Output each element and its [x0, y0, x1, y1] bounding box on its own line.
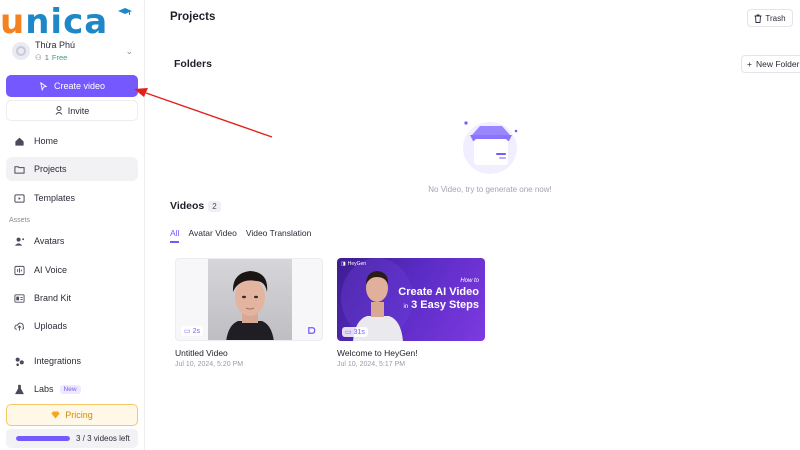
avatar-icon: [14, 237, 25, 246]
logo-rest: nica: [25, 2, 109, 42]
sidebar-item-label: Uploads: [34, 321, 68, 331]
plan-badge: Free: [51, 53, 68, 62]
duration-text: 31s: [353, 328, 365, 336]
cursor-icon: [40, 81, 48, 91]
invite-button[interactable]: Invite: [6, 100, 138, 121]
member-count: 1: [44, 53, 49, 62]
people-icon: ⚇: [35, 53, 42, 62]
sidebar-item-ai-voice[interactable]: AI Voice: [6, 258, 138, 282]
assets-section-label: Assets: [9, 217, 31, 224]
sidebar-item-label: Integrations: [34, 356, 82, 366]
video-card[interactable]: ▭ 2s Untitled Video Jul 10, 2024, 5:20 P…: [175, 258, 323, 368]
sidebar-item-integrations[interactable]: Integrations: [6, 349, 138, 373]
brand-icon: [14, 293, 25, 303]
sidebar-item-label: Home: [34, 136, 59, 146]
tab-avatar-video[interactable]: Avatar Video: [188, 228, 236, 243]
pricing-label: Pricing: [65, 410, 93, 420]
credits-text: 3 / 3 videos left: [76, 434, 130, 443]
video-date: Jul 10, 2024, 5:20 PM: [175, 361, 244, 368]
promo-steps: 3 Easy Steps: [411, 299, 479, 311]
logo-initial: u: [0, 2, 26, 42]
logo-text: unica: [0, 4, 108, 40]
duration-badge: ▭ 2s: [181, 326, 204, 336]
videos-count-badge: 2: [208, 200, 221, 212]
diamond-icon: [51, 411, 60, 419]
chevron-down-icon[interactable]: ⌄: [125, 46, 133, 57]
new-folder-label: New Folder: [755, 59, 800, 69]
page-title: Projects: [170, 11, 216, 23]
sidebar-item-brand-kit[interactable]: Brand Kit: [6, 286, 138, 310]
folders-heading: Folders: [174, 58, 212, 70]
new-folder-button[interactable]: + New Folder: [741, 55, 800, 73]
sidebar-item-templates[interactable]: Templates: [6, 186, 138, 210]
pricing-button[interactable]: Pricing: [6, 404, 138, 426]
trash-icon: [754, 14, 762, 23]
create-video-button[interactable]: Create video: [6, 75, 138, 97]
promo-subheadline: in 3 Easy Steps: [403, 299, 479, 311]
video-card[interactable]: ◨ HeyGen How to Create AI Video in 3 Easy…: [337, 258, 485, 368]
promo-in: in: [403, 304, 409, 310]
promo-headline: Create AI Video: [398, 286, 479, 298]
empty-state-text: No Video, try to generate one now!: [428, 185, 552, 194]
video-credits: 3 / 3 videos left: [6, 429, 138, 448]
heygen-logo-icon: [308, 327, 316, 334]
avatar: [12, 42, 30, 60]
voice-icon: [14, 265, 25, 275]
create-video-label: Create video: [53, 81, 106, 91]
flask-icon: [15, 384, 24, 394]
video-camera-icon: ▭: [184, 328, 191, 335]
sidebar-item-label: Projects: [34, 164, 67, 174]
credits-progress-fill: [16, 436, 70, 441]
plus-icon: +: [747, 59, 752, 69]
video-title: Untitled Video: [175, 348, 228, 358]
home-icon: [15, 137, 24, 146]
trash-label: Trash: [765, 13, 786, 23]
sidebar-item-labs[interactable]: Labs New: [6, 377, 138, 401]
invite-label: Invite: [67, 105, 90, 116]
videos-heading: Videos 2: [170, 200, 221, 212]
account-name: Thừa Phú: [35, 40, 76, 50]
graduation-cap-icon: [118, 8, 132, 15]
sidebar-item-label: Templates: [34, 193, 76, 203]
video-title: Welcome to HeyGen!: [337, 348, 418, 358]
duration-badge: ▭ 31s: [342, 327, 368, 337]
video-filter-tabs: All Avatar Video Video Translation: [170, 228, 311, 243]
new-badge: New: [59, 384, 81, 394]
folder-icon: [14, 165, 25, 174]
empty-box-illustration: [463, 121, 518, 174]
sidebar-item-uploads[interactable]: Uploads: [6, 314, 138, 338]
promo-how-to: How to: [460, 278, 479, 284]
video-thumbnail[interactable]: ◨ HeyGen How to Create AI Video in 3 Easy…: [337, 258, 485, 341]
sidebar: unica Thừa Phú ⚇ 1 Free ⌄ Create video I…: [0, 0, 145, 450]
heygen-logo-icon: ◨: [341, 261, 346, 267]
trash-button[interactable]: Trash: [747, 9, 793, 27]
video-date: Jul 10, 2024, 5:17 PM: [337, 361, 406, 368]
person-icon: [55, 106, 63, 115]
integrations-icon: [15, 357, 24, 366]
tab-all[interactable]: All: [170, 228, 180, 243]
sidebar-item-label: Avatars: [34, 236, 65, 246]
video-thumbnail[interactable]: ▭ 2s: [175, 258, 323, 341]
sidebar-item-projects[interactable]: Projects: [6, 157, 138, 181]
sidebar-item-avatars[interactable]: Avatars: [6, 229, 138, 253]
heygen-brand: ◨ HeyGen: [341, 261, 366, 267]
sidebar-item-home[interactable]: Home: [6, 129, 138, 153]
main-content: Projects Trash Folders + New Folder No V…: [145, 0, 800, 450]
tab-video-translation[interactable]: Video Translation: [246, 228, 312, 243]
heygen-brand-text: HeyGen: [347, 261, 367, 267]
unica-logo: unica: [0, 4, 140, 40]
duration-text: 2s: [192, 327, 201, 335]
template-icon: [14, 193, 25, 203]
videos-title: Videos: [170, 200, 205, 212]
credits-progress-bar: [16, 436, 70, 441]
sidebar-item-label: AI Voice: [34, 265, 68, 275]
video-camera-icon: ▭: [345, 329, 352, 336]
account-meta: ⚇ 1 Free: [35, 53, 67, 62]
account-switcher[interactable]: Thừa Phú ⚇ 1 Free ⌄: [10, 38, 135, 68]
sidebar-item-label: Brand Kit: [34, 293, 72, 303]
sidebar-item-label: Labs: [34, 384, 54, 394]
upload-icon: [14, 322, 25, 331]
